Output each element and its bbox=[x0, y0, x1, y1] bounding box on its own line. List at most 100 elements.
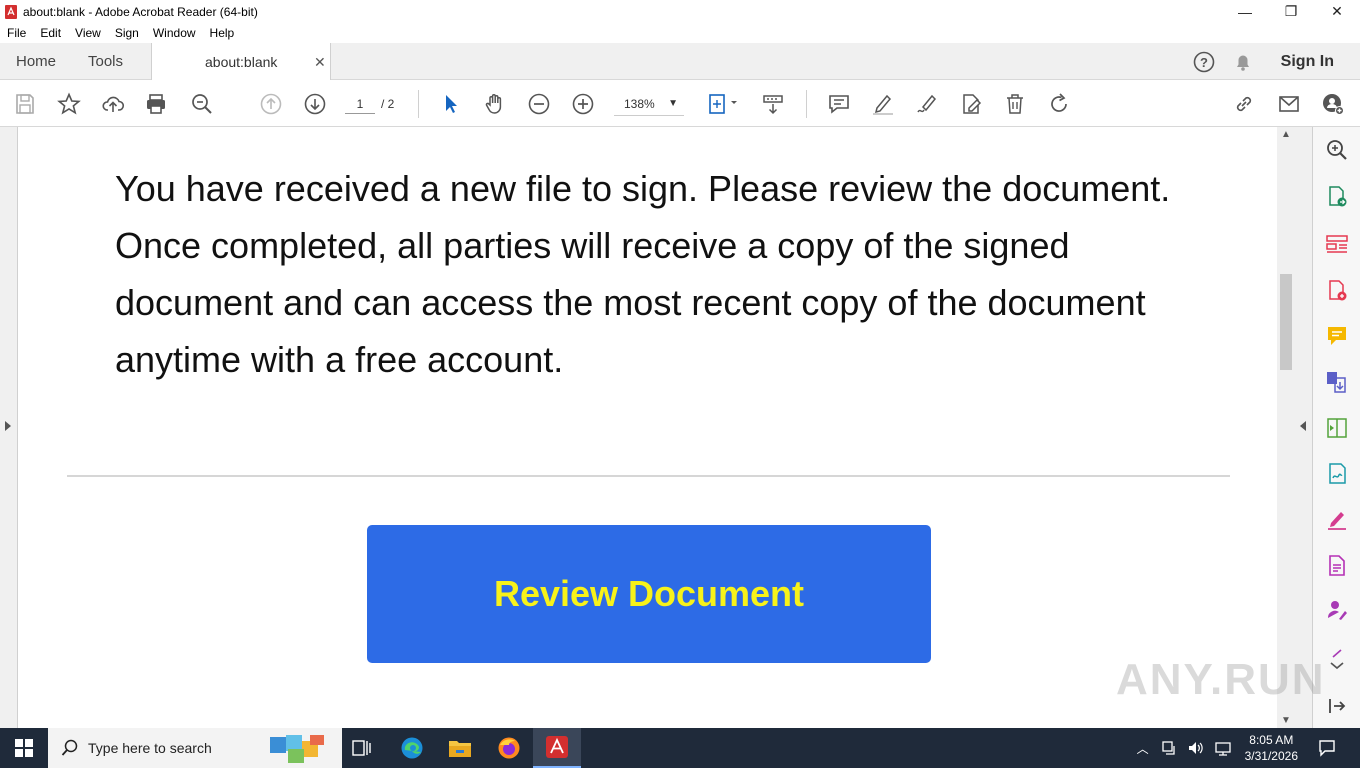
toolbar: 1 / 2 138% ▼ bbox=[0, 80, 1360, 127]
previous-page-icon[interactable] bbox=[258, 91, 284, 117]
print-icon[interactable] bbox=[143, 91, 169, 117]
clock-time: 8:05 AM bbox=[1249, 733, 1294, 747]
select-arrow-icon[interactable] bbox=[438, 91, 464, 117]
search-zoom-tool-icon[interactable] bbox=[1324, 137, 1350, 163]
close-button[interactable]: ✕ bbox=[1314, 0, 1360, 23]
highlight-pen-icon[interactable] bbox=[870, 91, 896, 117]
menu-file[interactable]: File bbox=[0, 26, 33, 40]
more-tools-chevron-icon[interactable] bbox=[1324, 639, 1350, 679]
edit-pdf-icon[interactable] bbox=[958, 91, 984, 117]
window-title: about:blank - Adobe Acrobat Reader (64-b… bbox=[23, 4, 258, 19]
tab-tools[interactable]: Tools bbox=[88, 43, 123, 80]
anyrun-watermark: ANY.RUN bbox=[1116, 655, 1326, 704]
organize-pages-icon[interactable] bbox=[1324, 231, 1350, 257]
review-document-button[interactable]: Review Document bbox=[367, 525, 931, 663]
scrollbar-thumb[interactable] bbox=[1280, 274, 1292, 370]
right-tools-pane bbox=[1313, 127, 1360, 728]
fill-sign-icon[interactable] bbox=[1324, 461, 1350, 487]
windows-taskbar: Type here to search ︿ 8:05 AM 3/31/2026 bbox=[0, 728, 1360, 768]
show-hidden-icons-chevron-icon[interactable]: ︿ bbox=[1137, 740, 1149, 757]
document-paragraph: You have received a new file to sign. Pl… bbox=[115, 168, 1171, 380]
menu-view[interactable]: View bbox=[68, 26, 108, 40]
help-icon[interactable]: ? bbox=[1193, 51, 1215, 73]
email-icon[interactable] bbox=[1276, 91, 1302, 117]
notifications-icon[interactable] bbox=[1318, 739, 1336, 757]
scroll-up-icon[interactable]: ▲ bbox=[1281, 129, 1291, 140]
save-icon[interactable] bbox=[12, 91, 38, 117]
firefox-browser-icon[interactable] bbox=[485, 728, 533, 768]
bookmark-star-icon[interactable] bbox=[56, 91, 82, 117]
acrobat-taskbar-icon[interactable] bbox=[533, 728, 581, 768]
menu-sign[interactable]: Sign bbox=[108, 26, 146, 40]
title-bar: about:blank - Adobe Acrobat Reader (64-b… bbox=[0, 0, 1360, 23]
task-view-icon[interactable] bbox=[338, 728, 386, 768]
notification-bell-icon[interactable] bbox=[1233, 52, 1253, 72]
sign-in-button[interactable]: Sign In bbox=[1281, 53, 1334, 71]
start-button[interactable] bbox=[0, 728, 48, 768]
next-page-icon[interactable] bbox=[302, 91, 328, 117]
comment-tool-icon[interactable] bbox=[1324, 323, 1350, 349]
protect-document-icon[interactable] bbox=[1324, 553, 1350, 579]
document-divider bbox=[67, 475, 1230, 477]
network-icon[interactable] bbox=[1161, 740, 1177, 756]
toolbar-separator bbox=[806, 90, 807, 118]
windows-logo-icon bbox=[15, 739, 33, 757]
collapse-tools-pane-icon[interactable] bbox=[1324, 693, 1350, 719]
zoom-level-select[interactable]: 138% ▼ bbox=[614, 92, 684, 116]
chevron-down-icon: ▼ bbox=[668, 98, 678, 109]
ethernet-icon[interactable] bbox=[1214, 740, 1231, 756]
compress-pdf-icon[interactable] bbox=[1324, 415, 1350, 441]
page-number-input[interactable]: 1 bbox=[345, 94, 375, 114]
zoom-out-icon[interactable] bbox=[526, 91, 552, 117]
create-pdf-icon[interactable] bbox=[1324, 278, 1350, 304]
menu-bar: File Edit View Sign Window Help bbox=[0, 23, 1360, 43]
tab-document-label: about:blank bbox=[205, 54, 278, 70]
acrobat-app-icon bbox=[5, 4, 17, 19]
close-tab-icon[interactable]: ✕ bbox=[314, 54, 326, 71]
search-icon bbox=[61, 739, 78, 756]
edge-browser-icon[interactable] bbox=[388, 728, 436, 768]
left-panel-toggle[interactable] bbox=[0, 127, 18, 728]
tab-bar: Home Tools about:blank ✕ ? Sign In bbox=[0, 43, 1360, 81]
comment-icon[interactable] bbox=[826, 91, 852, 117]
rotate-icon[interactable] bbox=[1046, 91, 1072, 117]
menu-window[interactable]: Window bbox=[146, 26, 203, 40]
share-link-icon[interactable] bbox=[1231, 91, 1257, 117]
combine-files-icon[interactable] bbox=[1324, 369, 1350, 395]
tab-document[interactable]: about:blank ✕ bbox=[151, 43, 331, 81]
taskbar-clock[interactable]: 8:05 AM 3/31/2026 bbox=[1245, 732, 1298, 764]
search-placeholder: Type here to search bbox=[88, 740, 212, 756]
clock-date: 3/31/2026 bbox=[1244, 749, 1298, 763]
request-signature-icon[interactable] bbox=[1324, 507, 1350, 533]
delete-trash-icon[interactable] bbox=[1002, 91, 1028, 117]
menu-edit[interactable]: Edit bbox=[33, 26, 68, 40]
export-pdf-icon[interactable] bbox=[1324, 184, 1350, 210]
scroll-down-icon[interactable]: ▼ bbox=[1281, 715, 1291, 726]
share-people-icon[interactable] bbox=[1324, 597, 1350, 623]
collapse-right-pane-icon bbox=[1300, 421, 1306, 431]
hand-tool-icon[interactable] bbox=[482, 91, 508, 117]
zoom-in-icon[interactable] bbox=[570, 91, 596, 117]
add-user-icon[interactable] bbox=[1320, 91, 1346, 117]
upload-cloud-icon[interactable] bbox=[100, 91, 126, 117]
volume-icon[interactable] bbox=[1187, 740, 1205, 756]
tab-home[interactable]: Home bbox=[16, 43, 56, 80]
file-explorer-icon[interactable] bbox=[436, 728, 484, 768]
document-view: You have received a new file to sign. Pl… bbox=[19, 127, 1277, 728]
menu-help[interactable]: Help bbox=[203, 26, 242, 40]
taskbar-search-box[interactable]: Type here to search bbox=[48, 728, 342, 768]
puzzle-search-highlight-icon bbox=[270, 735, 324, 763]
vertical-scrollbar[interactable]: ▲ ▼ bbox=[1277, 127, 1295, 728]
zoom-search-icon[interactable] bbox=[189, 91, 215, 117]
svg-text:?: ? bbox=[1200, 55, 1208, 70]
maximize-button[interactable]: ❐ bbox=[1268, 0, 1314, 23]
draw-sign-icon[interactable] bbox=[914, 91, 940, 117]
toolbar-separator bbox=[418, 90, 419, 118]
scroll-mode-icon[interactable] bbox=[760, 91, 786, 117]
right-pane-toggle[interactable] bbox=[1295, 127, 1313, 728]
zoom-level-value: 138% bbox=[624, 97, 655, 111]
page-total: / 2 bbox=[381, 97, 395, 111]
expand-left-panel-icon bbox=[5, 421, 11, 431]
page-fit-icon[interactable] bbox=[706, 91, 742, 117]
minimize-button[interactable]: — bbox=[1222, 0, 1268, 23]
